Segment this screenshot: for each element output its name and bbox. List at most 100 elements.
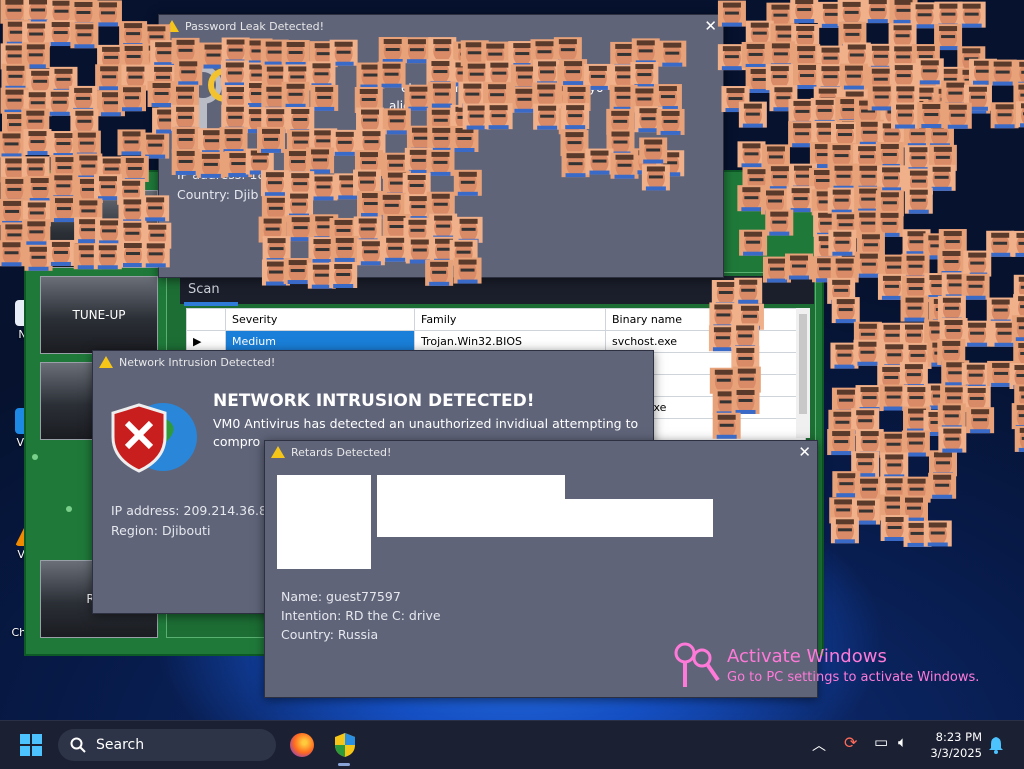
search-icon — [70, 737, 86, 753]
face-tile — [889, 0, 918, 24]
face-tile — [924, 273, 953, 300]
network-icon[interactable]: ▭ — [874, 733, 888, 751]
close-icon[interactable]: ✕ — [798, 443, 811, 461]
scan-tab[interactable]: Scan — [180, 276, 814, 304]
face-tile — [867, 84, 896, 111]
face-tile — [927, 164, 956, 191]
taskbar-search[interactable]: Search — [58, 729, 276, 761]
table-scrollbar[interactable] — [796, 308, 810, 438]
face-tile — [838, 146, 867, 173]
face-tile — [853, 339, 882, 366]
table-header-row: Severity Family Binary name — [186, 308, 806, 331]
notification-bell-icon[interactable] — [988, 736, 1004, 754]
face-tile — [924, 319, 953, 346]
face-tile — [889, 90, 918, 117]
desktop-label-fragment: E — [10, 156, 17, 169]
face-tile — [917, 102, 946, 129]
security-shield-icon[interactable] — [334, 732, 356, 758]
face-tile — [880, 254, 909, 281]
severity-column-header[interactable]: Severity — [225, 308, 415, 331]
face-tile — [791, 23, 820, 50]
face-tile — [119, 21, 148, 48]
face-tile — [0, 198, 27, 225]
clock[interactable]: 8:23 PM 3/3/2025 — [928, 729, 982, 761]
country-text: Country: Djib — [177, 187, 259, 202]
face-tile — [940, 385, 969, 412]
taskbar: Search ︿ ⟳ ▭ 🔈︎ 8:23 PM 3/3/2025 — [0, 720, 1024, 769]
face-tile — [968, 58, 997, 85]
windows-logo-pane — [32, 746, 42, 756]
face-tile — [934, 1, 963, 28]
face-tile — [1014, 384, 1024, 411]
face-tile — [990, 320, 1019, 347]
face-tile — [792, 63, 821, 90]
face-tile — [827, 277, 856, 304]
name-text: Name: guest77597 — [281, 589, 401, 604]
face-tile — [925, 121, 954, 148]
face-tile — [1013, 340, 1024, 367]
popup-titlebar[interactable]: Retards Detected! ✕ — [265, 441, 817, 463]
face-tile — [829, 163, 858, 190]
face-tile — [904, 187, 933, 214]
face-tile — [990, 102, 1019, 129]
face-tile — [888, 23, 917, 50]
face-tile — [816, 64, 845, 91]
face-tile — [866, 43, 895, 70]
face-tile — [816, 45, 845, 72]
family-column-header[interactable]: Family — [414, 308, 606, 331]
face-tile — [770, 23, 799, 50]
tune-up-nav-button[interactable]: TUNE-UP — [40, 276, 158, 354]
face-tile — [830, 122, 859, 149]
face-tile — [943, 102, 972, 129]
face-tile — [1011, 230, 1024, 257]
face-tile — [1013, 82, 1024, 109]
shield-globe-icon — [111, 403, 197, 473]
face-tile — [899, 322, 928, 349]
face-tile — [889, 63, 918, 90]
face-tile — [923, 520, 952, 547]
face-tile — [817, 1, 846, 28]
active-app-indicator — [338, 763, 350, 766]
face-tile — [831, 297, 860, 324]
scrollbar-thumb[interactable] — [799, 314, 807, 414]
face-tile — [966, 407, 995, 434]
face-tile — [21, 108, 50, 135]
face-tile — [737, 141, 766, 168]
warning-icon — [165, 20, 179, 32]
face-tile — [927, 340, 956, 367]
password-leak-popup: Password Leak Detected! ✕ Ar etc rta ali… — [158, 14, 724, 278]
face-tile — [987, 360, 1016, 387]
face-tile — [832, 471, 861, 498]
face-tile — [2, 19, 31, 46]
region-text: Region: Djibouti — [111, 523, 211, 538]
close-icon[interactable]: ✕ — [704, 17, 717, 35]
face-tile — [934, 24, 963, 51]
face-tile — [910, 85, 939, 112]
face-tile — [788, 121, 817, 148]
decor-dot — [32, 454, 38, 460]
firefox-icon[interactable] — [290, 733, 314, 757]
tray-overflow-chevron-icon[interactable]: ︿ — [812, 735, 826, 755]
face-tile — [939, 318, 968, 345]
face-tile — [0, 0, 29, 24]
warning-icon — [99, 356, 113, 368]
warning-icon — [271, 446, 285, 458]
face-tile — [22, 21, 51, 48]
face-tile — [963, 320, 992, 347]
face-tile — [866, 88, 895, 115]
face-tile — [938, 229, 967, 256]
binary-column-header[interactable]: Binary name — [605, 308, 806, 331]
face-tile — [839, 63, 868, 90]
scanner-nav-button[interactable]: CANNER — [40, 190, 158, 268]
face-tile — [827, 429, 856, 456]
face-tile — [937, 403, 966, 430]
face-tile — [902, 229, 931, 256]
start-button[interactable] — [20, 734, 42, 756]
face-tile — [827, 187, 856, 214]
sync-alert-icon[interactable]: ⟳ — [844, 733, 857, 752]
face-tile — [851, 451, 880, 478]
popup-titlebar[interactable]: Network Intrusion Detected! — [93, 351, 653, 373]
face-tile — [45, 89, 74, 116]
volume-icon[interactable]: 🔈︎ — [898, 733, 907, 751]
popup-titlebar[interactable]: Password Leak Detected! ✕ — [159, 15, 723, 37]
